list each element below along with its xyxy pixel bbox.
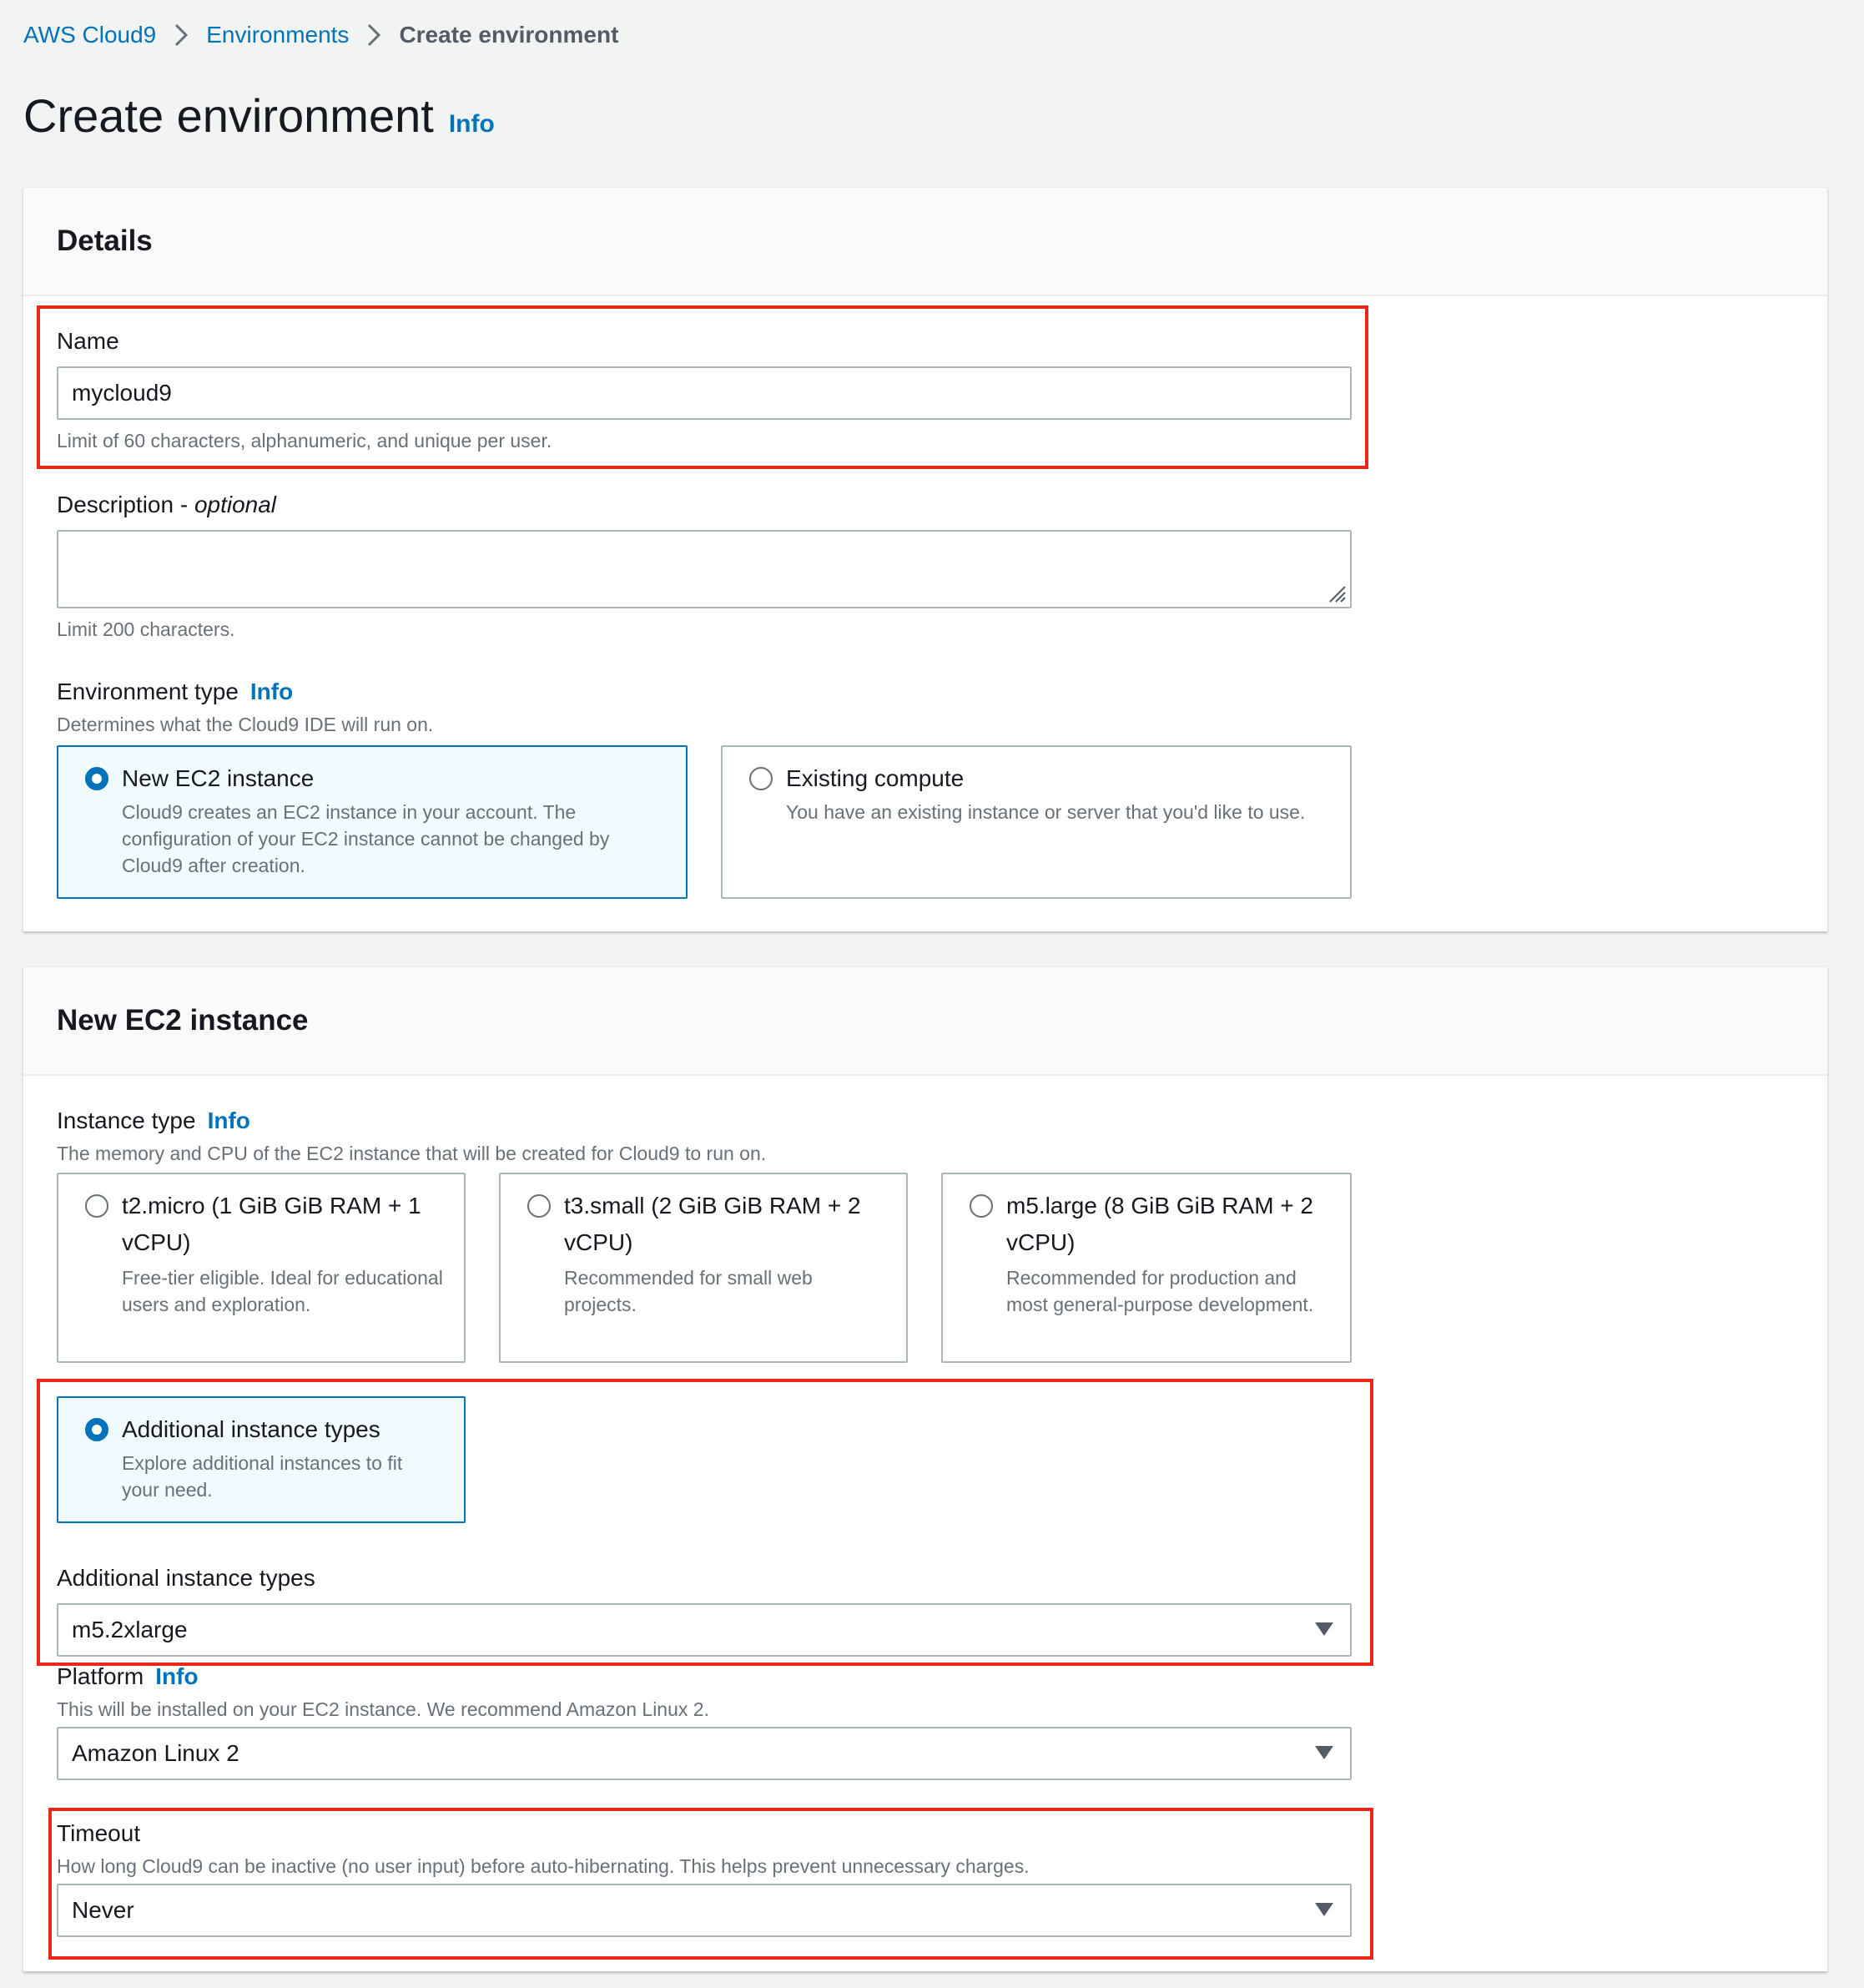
env-option-title: Existing compute bbox=[786, 765, 965, 791]
details-panel: Details Name mycloud9 Limit of 60 charac… bbox=[23, 187, 1827, 931]
env-option-existing-compute[interactable]: Existing compute You have an existing in… bbox=[721, 745, 1352, 899]
caret-down-icon bbox=[1315, 1622, 1333, 1636]
breadcrumb: AWS Cloud9 Environments Create environme… bbox=[23, 18, 618, 52]
details-panel-title: Details bbox=[57, 225, 153, 257]
env-option-new-ec2[interactable]: New EC2 instance Cloud9 creates an EC2 i… bbox=[57, 745, 688, 899]
additional-types-value: m5.2xlarge bbox=[72, 1617, 188, 1642]
instance-option-title: Additional instance types bbox=[122, 1416, 380, 1442]
instance-option-m5-large[interactable]: m5.large (8 GiB GiB RAM + 2 vCPU) Recomm… bbox=[941, 1173, 1352, 1363]
description-optional: optional bbox=[194, 492, 277, 517]
env-option-desc: Cloud9 creates an EC2 instance in your a… bbox=[122, 801, 610, 876]
platform-label: Platform Info bbox=[57, 1663, 199, 1690]
environment-type-hint: Determines what the Cloud9 IDE will run … bbox=[57, 714, 434, 735]
instance-option-desc: Free-tier eligible. Ideal for educationa… bbox=[122, 1267, 443, 1315]
instance-option-title-line: t2.micro (1 GiB GiB RAM + 1 bbox=[122, 1193, 421, 1219]
additional-types-select[interactable]: m5.2xlarge bbox=[57, 1603, 1352, 1657]
instance-option-desc: Recommended for small web projects. bbox=[564, 1267, 813, 1315]
platform-info-link[interactable]: Info bbox=[155, 1663, 198, 1689]
caret-down-icon bbox=[1315, 1903, 1333, 1916]
additional-types-label: Additional instance types bbox=[57, 1565, 315, 1591]
instance-option-title-line: m5.large (8 GiB GiB RAM + 2 bbox=[1006, 1193, 1314, 1219]
radio-selected[interactable] bbox=[85, 767, 108, 790]
environment-type-label: Environment type Info bbox=[57, 679, 293, 705]
timeout-select[interactable]: Never bbox=[57, 1884, 1352, 1937]
radio-unselected[interactable] bbox=[970, 1194, 993, 1218]
breadcrumb-link-cloud9[interactable]: AWS Cloud9 bbox=[23, 22, 156, 48]
description-textarea[interactable] bbox=[57, 530, 1352, 608]
env-option-title: New EC2 instance bbox=[122, 765, 315, 791]
instance-option-t3-small[interactable]: t3.small (2 GiB GiB RAM + 2 vCPU) Recomm… bbox=[499, 1173, 908, 1363]
caret-down-icon bbox=[1315, 1746, 1333, 1759]
breadcrumb-current: Create environment bbox=[399, 22, 619, 48]
name-label: Name bbox=[57, 328, 119, 354]
instance-option-desc: Recommended for production and most gene… bbox=[1006, 1267, 1314, 1315]
ec2-panel-header: New EC2 instance bbox=[23, 967, 1827, 1076]
platform-value: Amazon Linux 2 bbox=[72, 1740, 239, 1766]
instance-option-title-line: vCPU) bbox=[122, 1229, 191, 1255]
info-link[interactable]: Info bbox=[449, 95, 495, 154]
chevron-right-icon bbox=[156, 18, 206, 52]
timeout-hint: How long Cloud9 can be inactive (no user… bbox=[57, 1855, 1030, 1877]
instance-option-additional[interactable]: Additional instance types Explore additi… bbox=[57, 1396, 466, 1523]
env-option-desc: You have an existing instance or server … bbox=[786, 801, 1306, 823]
instance-option-title: t2.micro (1 GiB GiB RAM + 1 vCPU) bbox=[122, 1188, 456, 1261]
chevron-right-icon bbox=[349, 18, 399, 52]
radio-unselected[interactable] bbox=[527, 1194, 551, 1218]
instance-type-label: Instance type Info bbox=[57, 1108, 250, 1134]
ec2-panel: New EC2 instance Instance type Info The m… bbox=[23, 966, 1827, 1971]
name-input[interactable]: mycloud9 bbox=[57, 366, 1352, 420]
instance-option-title-line: t3.small (2 GiB GiB RAM + 2 bbox=[564, 1193, 861, 1219]
page-title: Create environment bbox=[23, 89, 434, 142]
radio-unselected[interactable] bbox=[749, 767, 773, 790]
instance-option-desc: Explore additional instances to fit your… bbox=[122, 1452, 403, 1501]
instance-option-title: t3.small (2 GiB GiB RAM + 2 vCPU) bbox=[564, 1188, 898, 1261]
environment-type-info-link[interactable]: Info bbox=[250, 679, 293, 704]
breadcrumb-link-environments[interactable]: Environments bbox=[206, 22, 349, 48]
platform-hint: This will be installed on your EC2 insta… bbox=[57, 1698, 709, 1720]
instance-option-title-line: vCPU) bbox=[1006, 1229, 1076, 1255]
description-label-text: Description - bbox=[57, 492, 194, 517]
instance-type-info-link[interactable]: Info bbox=[208, 1108, 250, 1133]
instance-option-t2-micro[interactable]: t2.micro (1 GiB GiB RAM + 1 vCPU) Free-t… bbox=[57, 1173, 466, 1363]
instance-option-title: m5.large (8 GiB GiB RAM + 2 vCPU) bbox=[1006, 1188, 1340, 1261]
description-label: Description - optional bbox=[57, 492, 276, 518]
platform-select[interactable]: Amazon Linux 2 bbox=[57, 1727, 1352, 1780]
page-header: Create environment Info bbox=[23, 87, 495, 154]
timeout-label: Timeout bbox=[57, 1820, 141, 1846]
details-panel-header: Details bbox=[23, 188, 1827, 296]
ec2-panel-title: New EC2 instance bbox=[57, 1004, 309, 1037]
instance-type-label-text: Instance type bbox=[57, 1108, 196, 1133]
timeout-value: Never bbox=[72, 1897, 134, 1923]
platform-label-text: Platform bbox=[57, 1663, 144, 1689]
instance-type-hint: The memory and CPU of the EC2 instance t… bbox=[57, 1143, 767, 1164]
description-hint: Limit 200 characters. bbox=[57, 618, 235, 640]
radio-unselected[interactable] bbox=[85, 1194, 108, 1218]
radio-selected[interactable] bbox=[85, 1418, 108, 1441]
instance-option-title-line: vCPU) bbox=[564, 1229, 633, 1255]
name-hint: Limit of 60 characters, alphanumeric, an… bbox=[57, 430, 552, 452]
resize-grip-icon[interactable] bbox=[1328, 585, 1347, 603]
environment-type-label-text: Environment type bbox=[57, 679, 239, 704]
